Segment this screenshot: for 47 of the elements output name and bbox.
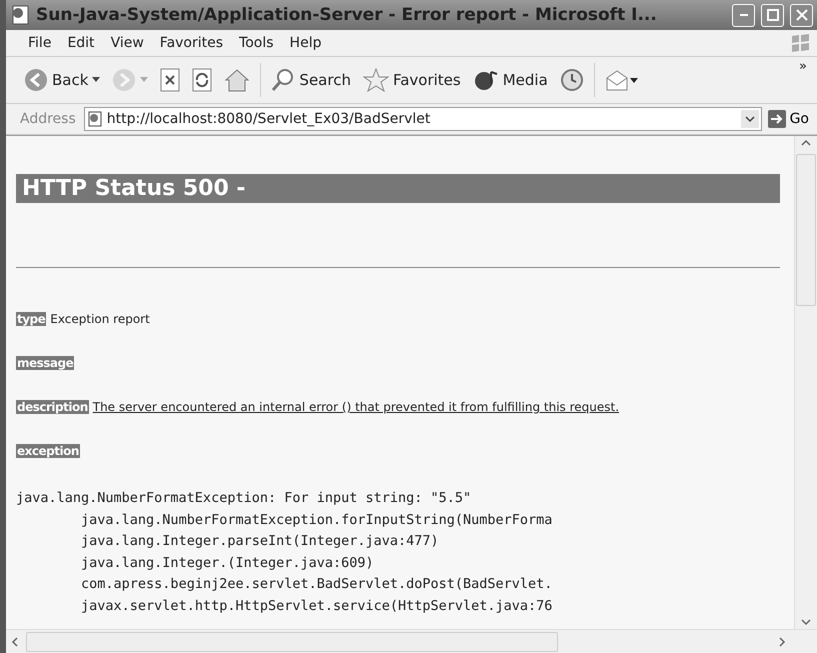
star-icon xyxy=(362,68,389,92)
horizontal-scrollbar[interactable] xyxy=(6,629,817,653)
field-text: Exception report xyxy=(50,312,150,326)
refresh-icon xyxy=(192,68,212,92)
maximize-button[interactable] xyxy=(761,4,784,26)
windows-logo-icon xyxy=(789,33,811,53)
menu-item[interactable]: View xyxy=(102,33,152,53)
menu-item[interactable]: File xyxy=(20,33,60,53)
vertical-scrollbar[interactable] xyxy=(794,136,817,629)
stack-trace: java.lang.NumberFormatException: For input string: "5.5" java.lang.NumberFormatException.forInputString(NumberForma java.lang.Integer.parseInt(Integer.java:477) java.lang.Integer.(Integer.java:609) com.apress.beginj2ee.servlet.BadServlet.doPost(BadServlet. javax.servlet.http.HttpServlet.service(HttpServlet.java:76 xyxy=(16,489,554,616)
toolbar-overflow-button[interactable]: » xyxy=(795,57,811,76)
page-icon xyxy=(86,111,103,127)
field-label: description xyxy=(16,400,89,414)
mail-icon xyxy=(604,68,639,92)
favorites-button[interactable]: Favorites xyxy=(358,66,465,94)
field-label: type xyxy=(16,312,46,326)
close-icon xyxy=(796,9,808,21)
clock-icon xyxy=(560,68,584,92)
status-heading: HTTP Status 500 - xyxy=(16,174,780,203)
menu-item[interactable]: Tools xyxy=(231,33,282,53)
media-button[interactable]: Media xyxy=(468,66,552,94)
window-title: Sun-Java-System/Application-Server - Error report - Microsoft I... xyxy=(36,5,658,25)
minimize-icon xyxy=(740,14,748,16)
address-field[interactable]: http://localhost:8080/Servlet_Ex03/BadServlet xyxy=(84,107,762,131)
field-label: exception xyxy=(16,444,80,458)
back-button[interactable]: Back xyxy=(20,66,104,94)
scroll-thumb[interactable] xyxy=(26,632,558,652)
maximize-icon xyxy=(766,9,778,21)
close-button[interactable] xyxy=(790,4,813,26)
media-icon xyxy=(472,68,499,92)
dropdown-caret-icon[interactable] xyxy=(740,110,759,128)
menu-item[interactable]: Help xyxy=(282,33,330,53)
go-button[interactable]: Go xyxy=(766,110,811,128)
scroll-thumb[interactable] xyxy=(796,154,816,306)
minimize-button[interactable] xyxy=(732,4,755,26)
field-text: The server encountered an internal error () that prevented it from fulfilling this request. xyxy=(92,400,620,414)
home-icon xyxy=(224,68,250,92)
search-button[interactable]: Search xyxy=(267,66,355,94)
field-label: message xyxy=(16,356,74,370)
search-icon xyxy=(271,68,296,92)
menu-item[interactable]: Favorites xyxy=(152,33,232,53)
dropdown-caret-icon xyxy=(92,77,100,83)
page-icon xyxy=(10,5,30,25)
dropdown-caret-icon xyxy=(140,77,148,83)
menu-item[interactable]: Edit xyxy=(59,33,103,53)
stop-icon xyxy=(160,68,180,92)
address-label: Address xyxy=(20,111,76,127)
